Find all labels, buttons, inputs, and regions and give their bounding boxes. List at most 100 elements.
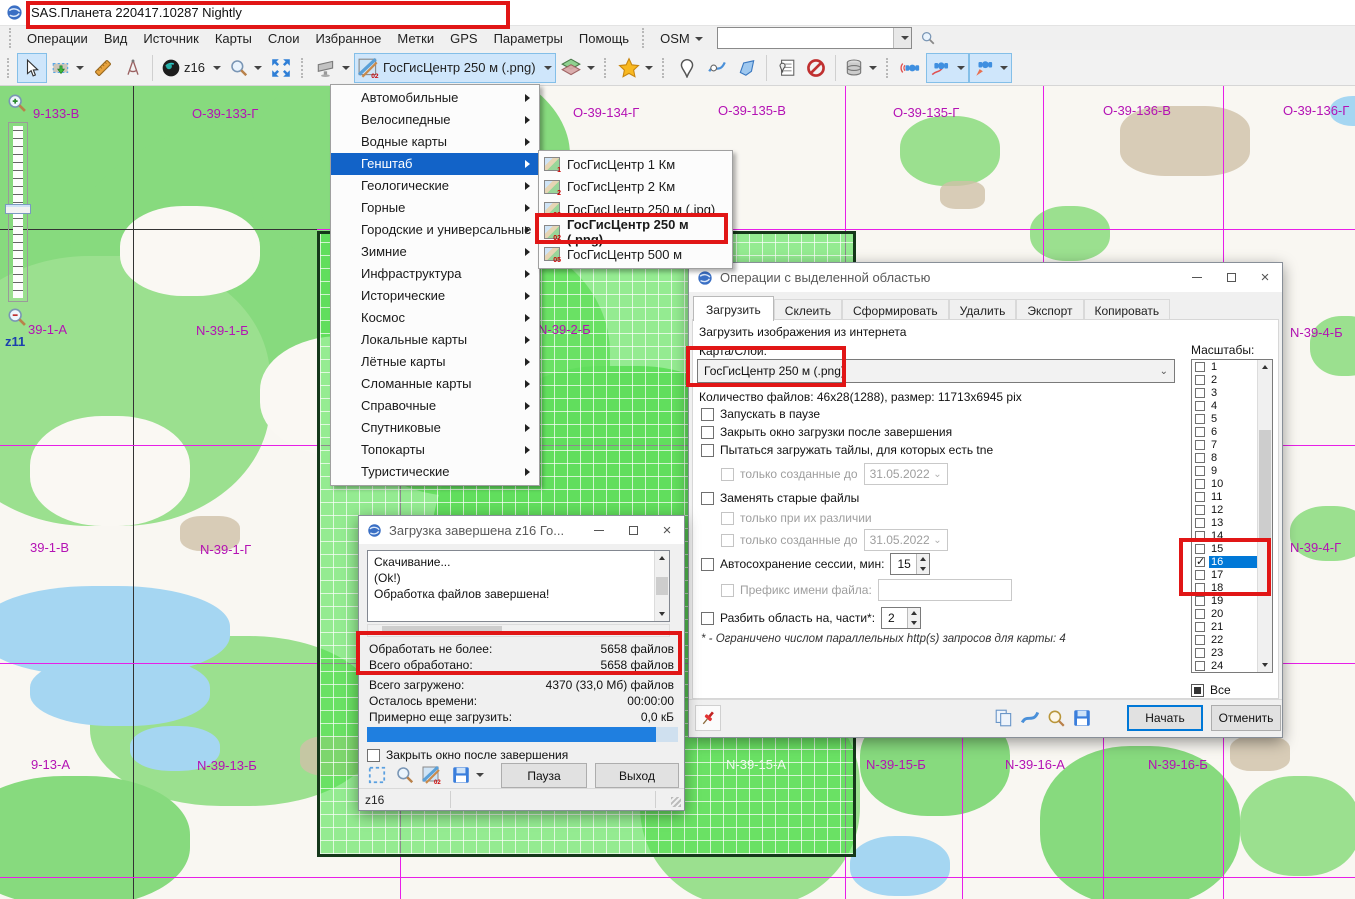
zoom-level-button[interactable]: z16 <box>157 53 225 83</box>
checkbox-try-tne[interactable]: Пытаться загружать тайлы, для которых ес… <box>701 443 993 457</box>
scale-checkbox[interactable] <box>1195 479 1205 489</box>
scale-checkbox[interactable] <box>1195 531 1205 541</box>
checkbox-box[interactable] <box>701 426 714 439</box>
category-menu-item[interactable]: Городские и универсальные <box>331 219 539 241</box>
autosave-minutes-stepper[interactable]: 15 <box>890 553 930 575</box>
favorites-button[interactable] <box>614 53 657 83</box>
zoom-slider-handle[interactable] <box>5 204 31 214</box>
category-menu-item[interactable]: Лётные карты <box>331 351 539 373</box>
scale-checkbox[interactable] <box>1195 388 1205 398</box>
scale-row[interactable]: 11 <box>1192 490 1257 503</box>
gps-connect-button[interactable] <box>896 53 926 83</box>
category-menu-item[interactable]: Велосипедные <box>331 109 539 131</box>
map-type-button[interactable]: 02 <box>422 765 442 785</box>
checkbox-box[interactable] <box>701 408 714 421</box>
category-menu-item[interactable]: Инфраструктура <box>331 263 539 285</box>
dialog-tab[interactable]: Экспорт <box>1016 299 1083 321</box>
dialog-tab[interactable]: Загрузить <box>693 296 774 321</box>
scale-row[interactable]: 7 <box>1192 438 1257 451</box>
scale-checkbox[interactable] <box>1195 622 1205 632</box>
log-scrollbar-vertical[interactable] <box>654 551 669 621</box>
minimize-button[interactable] <box>582 516 616 544</box>
category-menu-item[interactable]: Генштаб <box>331 153 539 175</box>
scale-row[interactable]: 12 <box>1192 503 1257 516</box>
scroll-down-button[interactable] <box>655 607 669 621</box>
menubar-item[interactable]: Источник <box>135 27 207 50</box>
ruler-tool-button[interactable] <box>88 53 118 83</box>
stepper-down-button[interactable] <box>908 618 920 628</box>
checkbox-box[interactable] <box>701 558 714 571</box>
fullscreen-button[interactable] <box>266 53 296 83</box>
category-menu-item[interactable]: Зимние <box>331 241 539 263</box>
scale-row[interactable]: 3 <box>1192 386 1257 399</box>
menubar-item[interactable]: GPS <box>442 27 485 50</box>
show-selection-button[interactable] <box>367 765 387 785</box>
scales-scrollbar[interactable] <box>1257 360 1272 672</box>
menubar-item[interactable]: Слои <box>260 27 308 50</box>
scale-checkbox[interactable] <box>1195 505 1205 515</box>
checkbox-close-after-download[interactable]: Закрыть окно загрузки после завершения <box>701 425 952 439</box>
hide-marks-button[interactable] <box>801 53 831 83</box>
scale-row[interactable]: 22 <box>1192 633 1257 646</box>
scale-checkbox[interactable] <box>1195 375 1205 385</box>
scale-checkbox[interactable] <box>1195 401 1205 411</box>
scale-checkbox[interactable] <box>1195 440 1205 450</box>
map-source-button[interactable]: 02 ГосГисЦентр 250 м (.png) <box>354 53 556 83</box>
dialog-tab[interactable]: Сформировать <box>842 299 949 321</box>
menubar-item[interactable]: Параметры <box>486 27 571 50</box>
scale-row[interactable]: 14 <box>1192 529 1257 542</box>
checkbox-box[interactable] <box>701 612 714 625</box>
category-menu-item[interactable]: Спутниковые <box>331 417 539 439</box>
category-menu-item[interactable]: Туристические <box>331 461 539 483</box>
scale-checkbox[interactable] <box>1195 466 1205 476</box>
scale-checkbox[interactable] <box>1195 518 1205 528</box>
scale-checkbox[interactable] <box>1195 492 1205 502</box>
scale-row[interactable]: 5 <box>1192 412 1257 425</box>
category-menu-item[interactable]: Космос <box>331 307 539 329</box>
scale-checkbox[interactable] <box>1195 596 1205 606</box>
scale-row[interactable]: 9 <box>1192 464 1257 477</box>
goto-area-button[interactable] <box>395 765 415 785</box>
scale-row[interactable]: 2 <box>1192 373 1257 386</box>
save-session-button[interactable] <box>451 765 484 785</box>
zoom-tool-button[interactable] <box>225 53 266 83</box>
close-button[interactable]: × <box>1248 263 1282 292</box>
dialog-tab[interactable]: Склеить <box>774 299 842 321</box>
maximize-button[interactable] <box>616 516 650 544</box>
scale-checkbox[interactable] <box>1195 362 1205 372</box>
pause-button[interactable]: Пауза <box>501 763 587 788</box>
maximize-button[interactable] <box>1214 263 1248 292</box>
add-path-button[interactable] <box>702 53 732 83</box>
stepper-down-button[interactable] <box>917 564 929 574</box>
scale-row[interactable]: 20 <box>1192 607 1257 620</box>
search-dropdown-button[interactable] <box>893 28 911 48</box>
download-log[interactable]: Скачивание...(Ok!)Обработка файлов завер… <box>367 550 670 622</box>
dialog-tab[interactable]: Копировать <box>1084 299 1171 321</box>
scale-row[interactable]: 24 <box>1192 659 1257 672</box>
log-scrollbar-horizontal[interactable] <box>367 624 670 637</box>
scrollbar-thumb[interactable] <box>382 626 502 635</box>
checkbox-start-paused[interactable]: Запускать в паузе <box>701 407 820 421</box>
scale-checkbox[interactable] <box>1195 544 1205 554</box>
category-menu-item[interactable]: Топокарты <box>331 439 539 461</box>
layers-button[interactable] <box>556 53 599 83</box>
category-menu-item[interactable]: Горные <box>331 197 539 219</box>
scrollbar-thumb[interactable] <box>656 577 668 595</box>
scale-row[interactable]: 10 <box>1192 477 1257 490</box>
menubar-item[interactable]: Вид <box>96 27 136 50</box>
scale-row[interactable]: 19 <box>1192 594 1257 607</box>
dialog-tab[interactable]: Удалить <box>949 299 1017 321</box>
menubar-item[interactable]: Избранное <box>308 27 390 50</box>
zoom-in-button[interactable] <box>6 92 30 116</box>
checkbox-replace-old[interactable]: Заменять старые файлы <box>701 491 859 505</box>
category-menu-item[interactable]: Локальные карты <box>331 329 539 351</box>
path-selection-button[interactable] <box>1020 708 1040 728</box>
map-submenu-item[interactable]: 1 ГосГисЦентр 1 Км <box>539 153 732 176</box>
zoom-out-button[interactable] <box>6 306 30 330</box>
placemark-manager-button[interactable] <box>771 53 801 83</box>
stepper-up-button[interactable] <box>908 608 920 618</box>
checkbox-split-area[interactable]: Разбить область на, части*: 2 <box>701 607 921 629</box>
menubar-item[interactable]: Операции <box>19 27 96 50</box>
pointer-tool-button[interactable] <box>17 53 47 83</box>
selection-tool-button[interactable] <box>47 53 88 83</box>
